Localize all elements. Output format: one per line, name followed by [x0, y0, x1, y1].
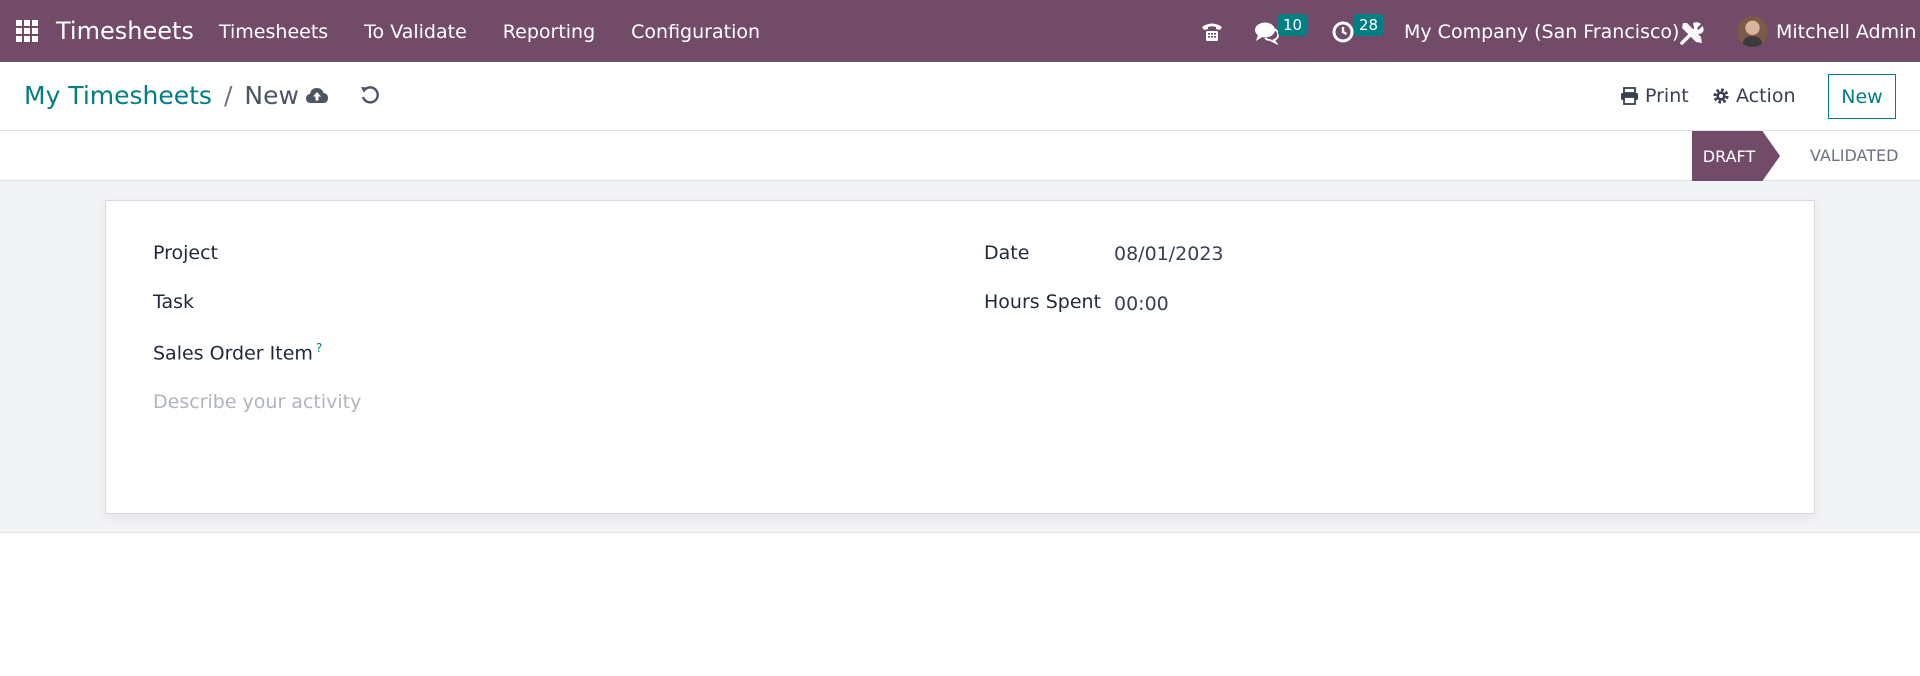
- sales-order-item-label: Sales Order Item?: [153, 341, 322, 364]
- menu-timesheets[interactable]: Timesheets: [219, 21, 328, 43]
- activities-count-badge: 28: [1354, 14, 1384, 36]
- control-panel: My Timesheets / New Print Action New: [0, 62, 1920, 131]
- project-input[interactable]: [300, 240, 940, 270]
- company-switcher[interactable]: My Company (San Francisco): [1404, 21, 1679, 43]
- top-navbar: Timesheets Timesheets To Validate Report…: [0, 0, 1920, 62]
- menu-to-validate[interactable]: To Validate: [364, 21, 467, 43]
- chat-icon[interactable]: [1254, 19, 1280, 45]
- hours-spent-label: Hours Spent: [984, 291, 1102, 313]
- date-input[interactable]: 08/01/2023: [1114, 243, 1224, 265]
- project-label: Project: [153, 242, 219, 264]
- action-label: Action: [1736, 85, 1796, 107]
- undo-icon[interactable]: [359, 84, 381, 106]
- user-avatar[interactable]: [1737, 16, 1768, 47]
- breadcrumb-current: New: [244, 81, 299, 110]
- status-bar: DRAFT VALIDATED: [0, 131, 1920, 181]
- breadcrumb-my-timesheets[interactable]: My Timesheets: [24, 81, 212, 110]
- user-menu[interactable]: Mitchell Admin: [1776, 21, 1916, 43]
- hours-spent-input[interactable]: 00:00: [1114, 293, 1169, 315]
- apps-grid-icon[interactable]: [16, 20, 38, 42]
- main-menu: Timesheets To Validate Reporting Configu…: [219, 21, 760, 43]
- task-input[interactable]: [300, 289, 940, 319]
- sales-order-item-label-text: Sales Order Item: [153, 342, 313, 365]
- menu-reporting[interactable]: Reporting: [503, 21, 595, 43]
- print-label: Print: [1645, 85, 1689, 107]
- new-button[interactable]: New: [1828, 74, 1896, 119]
- phone-icon[interactable]: [1199, 18, 1225, 44]
- app-name[interactable]: Timesheets: [56, 17, 194, 45]
- printer-icon: [1621, 87, 1638, 105]
- status-draft[interactable]: DRAFT: [1692, 131, 1780, 181]
- action-button[interactable]: Action: [1712, 85, 1796, 107]
- sales-order-item-input[interactable]: [320, 339, 940, 369]
- gear-icon: [1713, 88, 1729, 104]
- date-label: Date: [984, 242, 1030, 264]
- breadcrumb: My Timesheets / New: [24, 81, 299, 110]
- cloud-upload-icon[interactable]: [305, 85, 329, 107]
- breadcrumb-separator: /: [223, 81, 233, 110]
- menu-configuration[interactable]: Configuration: [631, 21, 760, 43]
- clock-icon[interactable]: [1331, 19, 1355, 45]
- task-label: Task: [153, 291, 195, 313]
- tools-icon[interactable]: [1678, 19, 1706, 47]
- print-button[interactable]: Print: [1620, 85, 1689, 107]
- description-input[interactable]: Describe your activity: [153, 391, 361, 413]
- messages-count-badge: 10: [1278, 14, 1308, 36]
- status-validated[interactable]: VALIDATED: [1810, 146, 1898, 165]
